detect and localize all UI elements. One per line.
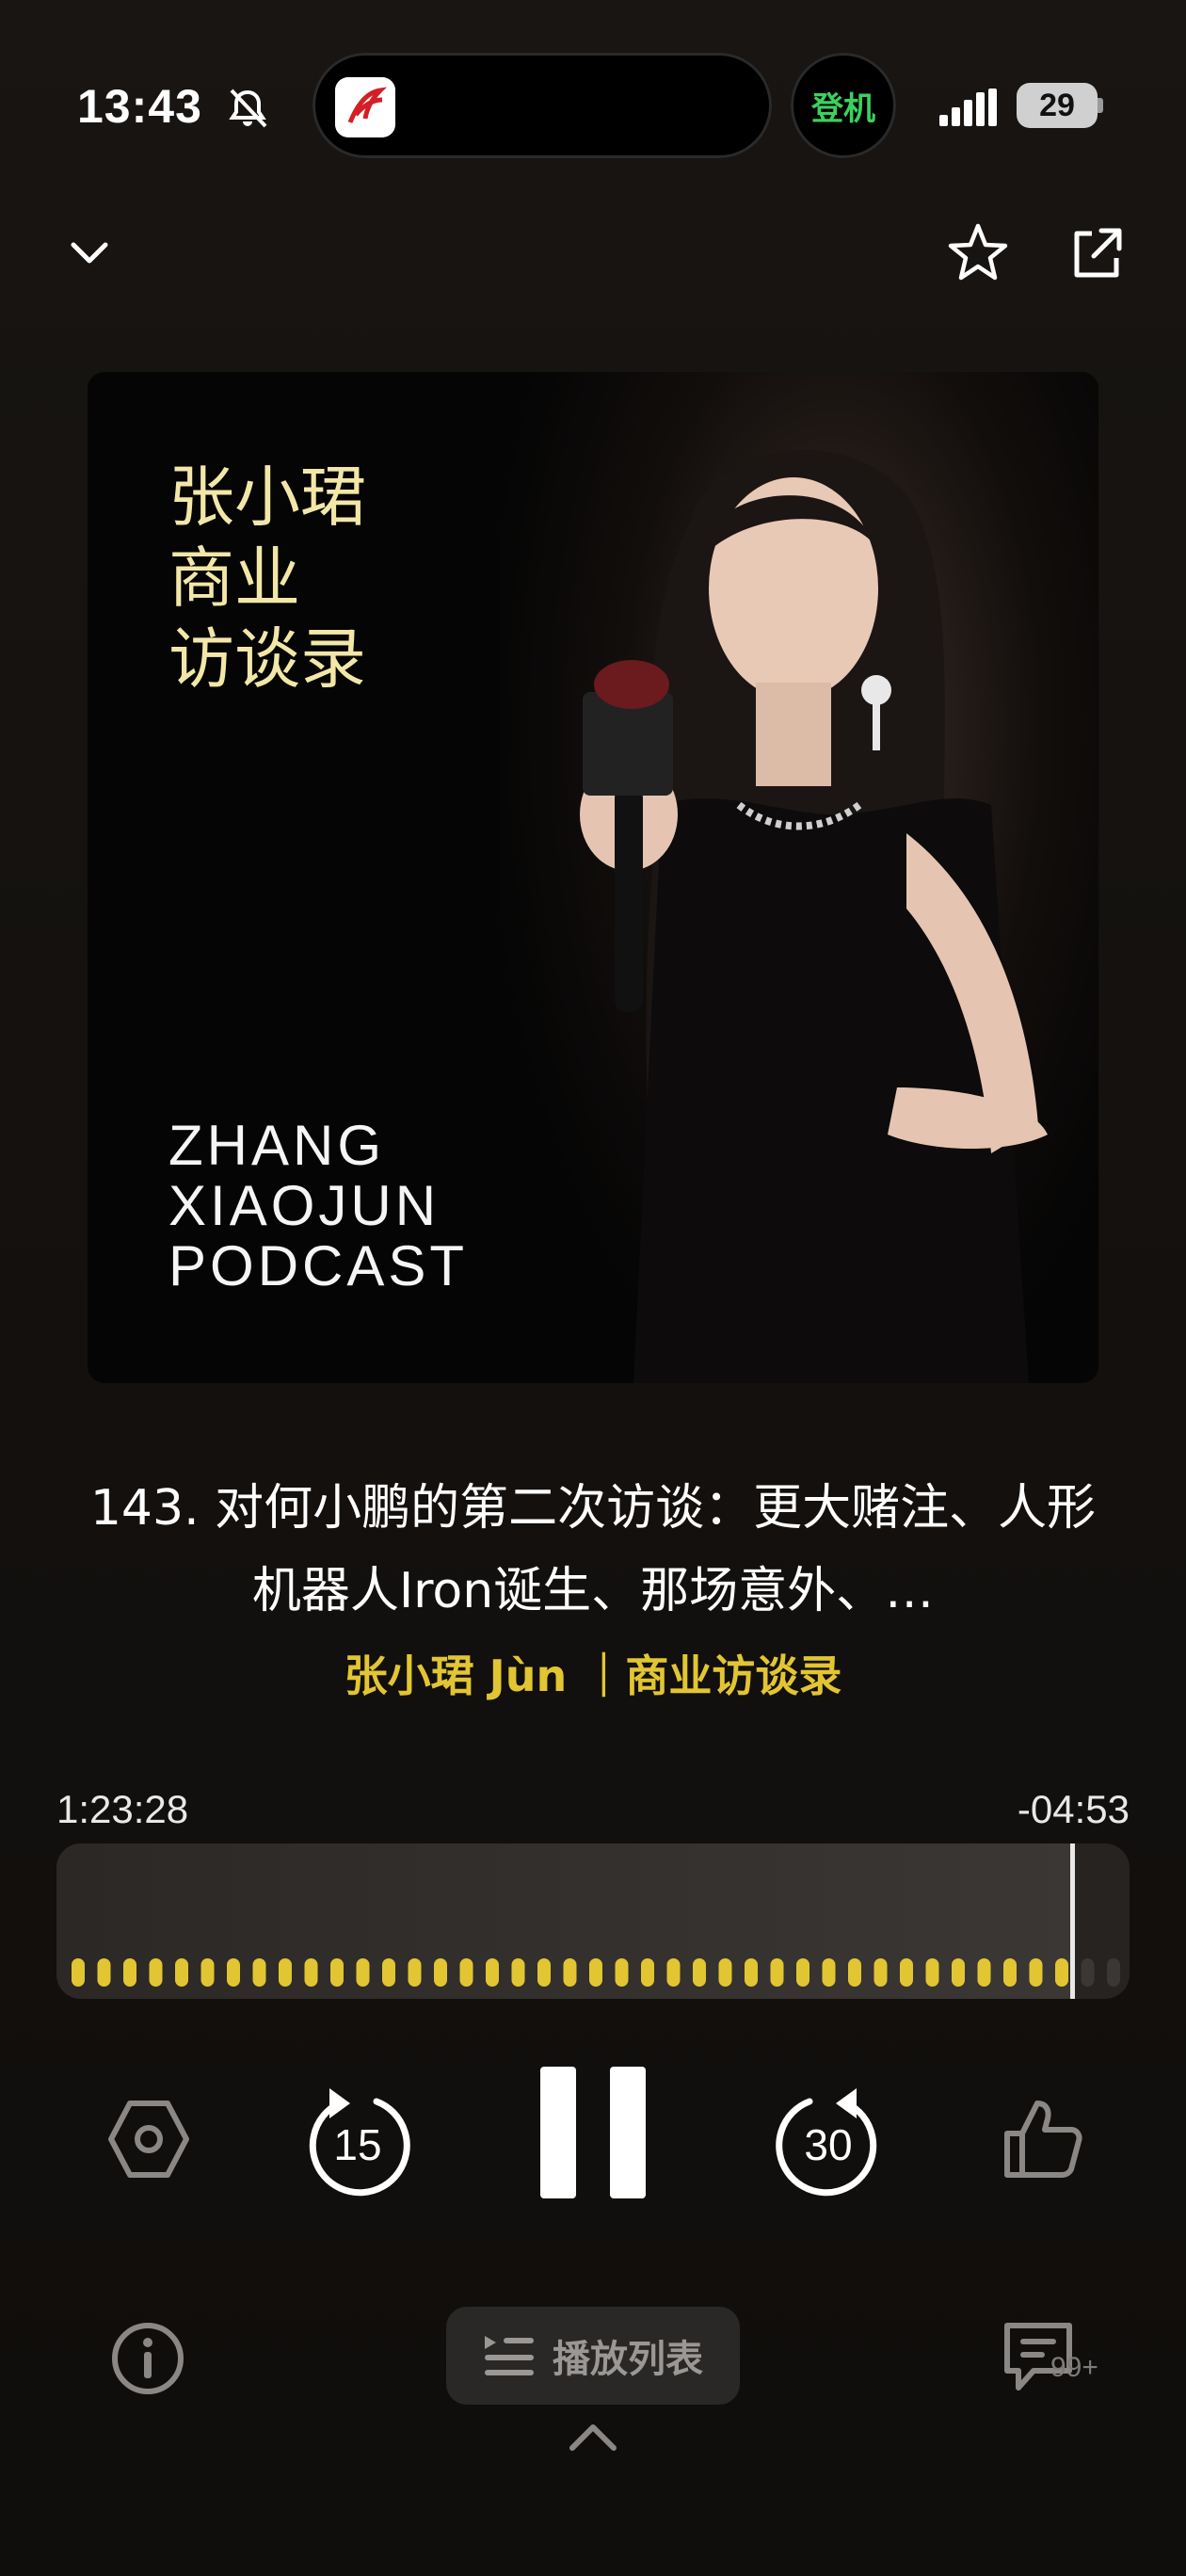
cover-title-english: ZHANG XIAOJUN PODCAST <box>168 1116 468 1296</box>
waveform-dot <box>615 1958 629 1987</box>
playlist-button[interactable]: 播放列表 <box>446 2307 740 2405</box>
playlist-icon <box>485 2336 534 2375</box>
waveform-dot <box>72 1958 85 1987</box>
waveform-dot <box>900 1958 913 1987</box>
comment-count: 99+ <box>1050 2352 1098 2383</box>
muted-bell-icon <box>229 89 267 128</box>
playhead[interactable] <box>1070 1843 1076 1999</box>
waveform-dot <box>1055 1958 1068 1987</box>
episode-title[interactable]: 143. 对何小鹏的第二次访谈：更大赌注、人形机器人Iron诞生、那场意外、… <box>66 1467 1120 1633</box>
cover-title-line: XIAOJUN <box>168 1174 441 1237</box>
waveform-dot <box>1081 1958 1095 1987</box>
waveform-dot <box>123 1958 136 1987</box>
waveform-dot <box>227 1958 240 1987</box>
waveform-dot <box>1107 1958 1120 1987</box>
waveform-dot <box>1003 1958 1017 1987</box>
elapsed-time: 1:23:28 <box>56 1787 189 1831</box>
battery-cap <box>1098 98 1103 113</box>
airline-logo-icon[interactable] <box>335 77 395 137</box>
status-time: 13:43 <box>77 80 202 133</box>
waveform-dot <box>693 1958 706 1987</box>
thumbs-up-icon[interactable] <box>998 2096 1084 2182</box>
waveform-dot <box>589 1958 602 1987</box>
waveform-dot <box>330 1958 344 1987</box>
cellular-signal-icon <box>939 89 997 126</box>
waveform-dot <box>279 1958 292 1987</box>
star-icon[interactable] <box>945 220 1011 286</box>
waveform-dot <box>563 1958 577 1987</box>
remaining-time: -04:53 <box>1017 1787 1130 1831</box>
waveform-dot <box>382 1958 395 1987</box>
waveform-dot <box>848 1958 861 1987</box>
waveform-dot <box>304 1958 318 1987</box>
cover-title-chinese: 张小珺 商业 访谈录 <box>168 457 366 700</box>
chevron-down-icon[interactable] <box>56 220 122 286</box>
waveform-dot <box>408 1958 422 1987</box>
waveform-dot <box>1029 1958 1043 1987</box>
waveform-dot <box>175 1958 188 1987</box>
svg-text:15: 15 <box>333 2120 381 2169</box>
waveform-dot <box>641 1958 654 1987</box>
cover-title-line: ZHANG <box>168 1114 385 1177</box>
waveform-dot <box>977 1958 991 1987</box>
rewind-15-icon[interactable]: 15 <box>301 2075 414 2198</box>
info-icon[interactable] <box>109 2320 186 2397</box>
progress-scrubber[interactable] <box>56 1843 1130 1999</box>
svg-text:30: 30 <box>804 2120 852 2169</box>
host-portrait <box>580 449 1048 1383</box>
waveform-dot <box>745 1958 758 1987</box>
waveform-dots <box>72 1958 1120 1987</box>
chevron-up-icon[interactable] <box>565 2418 621 2455</box>
waveform-dot <box>97 1958 111 1987</box>
cover-title-line: PODCAST <box>168 1234 469 1297</box>
waveform-dot <box>770 1958 784 1987</box>
waveform-dot <box>537 1958 551 1987</box>
battery-indicator: 29 <box>1017 83 1098 128</box>
waveform-dot <box>511 1958 525 1987</box>
waveform-dot <box>796 1958 809 1987</box>
speed-hexagon-icon[interactable] <box>104 2094 194 2184</box>
share-icon[interactable] <box>1064 220 1130 286</box>
cover-title-line: 张小珺 <box>168 459 366 536</box>
checkin-live-activity[interactable]: 登机 <box>791 53 896 158</box>
waveform-dot <box>952 1958 965 1987</box>
waveform-dot <box>873 1958 888 1987</box>
waveform-dot <box>486 1958 499 1987</box>
waveform-dot <box>925 1958 939 1987</box>
waveform-dot <box>666 1958 681 1987</box>
waveform-dot <box>200 1958 215 1987</box>
waveform-dot <box>356 1958 370 1987</box>
waveform-dot <box>149 1958 163 1987</box>
waveform-dot <box>718 1958 732 1987</box>
waveform-dot <box>434 1958 447 1987</box>
waveform-dot <box>459 1958 473 1987</box>
pause-icon[interactable] <box>537 2062 649 2203</box>
podcast-author-link[interactable]: 张小珺 Jùn ｜商业访谈录 <box>0 1642 1186 1704</box>
cover-title-line: 访谈录 <box>168 620 366 698</box>
playlist-label: 播放列表 <box>553 2338 703 2381</box>
waveform-dot <box>822 1958 836 1987</box>
cover-title-line: 商业 <box>168 539 300 617</box>
forward-30-icon[interactable]: 30 <box>772 2075 885 2198</box>
waveform-dot <box>252 1958 266 1987</box>
podcast-cover-art: 张小珺 商业 访谈录 ZHANG XIAOJUN PODCAST <box>88 372 1098 1383</box>
